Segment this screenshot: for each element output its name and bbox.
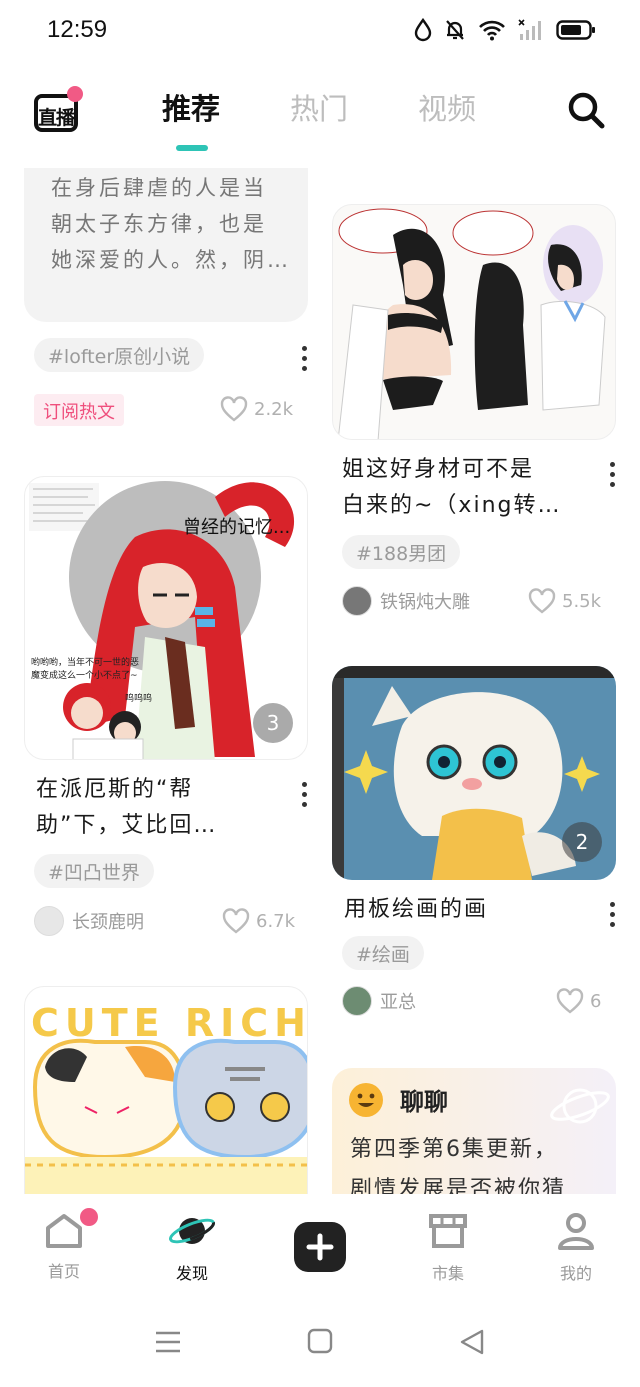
battery-icon [556,20,595,40]
planet-icon [550,1088,610,1124]
top-nav: 直播 推荐 热门 视频 [0,72,640,158]
comic-image[interactable]: 曾经的记忆... 哟哟哟，当年不可一世的恶魔变成这么一个小不点了~ 呜呜呜 3 [24,476,308,760]
like-count[interactable]: 6.7k [222,908,295,934]
store-icon [429,1214,467,1248]
status-bar: 12:59 [0,0,640,64]
home-square-icon[interactable] [307,1328,333,1354]
image-count-badge: 3 [253,703,293,743]
chat-line: 第四季第6集更新， [350,1137,558,1162]
wifi-icon [479,20,505,41]
mute-bell-icon [446,20,464,40]
like-count[interactable]: 2.2k [220,396,293,422]
author-name: 长颈鹿明 [72,912,144,933]
like-count[interactable]: 6 [556,988,601,1014]
post-title: 用板绘画的画 [344,892,488,928]
search-icon[interactable] [566,90,606,130]
chat-line: 剧情发展是否被你猜 [350,1177,567,1194]
heart-icon [556,988,584,1014]
tab-video[interactable]: 视频 [418,86,476,128]
live-label: 直播 [37,107,75,129]
comic-sound: 呜呜呜 [125,694,153,704]
excerpt-line: 她深爱的人。然，阴… [51,248,291,272]
planet-icon [169,1218,215,1244]
plus-icon [306,1233,334,1261]
chat-box: 聊聊 第四季第6集更新， 剧情发展是否被你猜 [332,1068,616,1194]
emoji-icon [349,1083,383,1117]
tab-recommend[interactable]: 推荐 [162,86,220,128]
title-line: 白来的~（xing转… [342,493,562,518]
comic-caption: 哟哟哟，当年不可一世的恶魔变成这么一个小不点了~ [31,658,140,681]
topic-tag[interactable]: #绘画 [342,936,424,970]
more-icon[interactable] [610,902,616,930]
author[interactable]: 亚总 [342,986,416,1016]
likes-text: 6.7k [256,910,296,932]
system-nav [0,1298,640,1387]
image-count-badge: 2 [562,822,602,862]
nav-profile[interactable]: 我的 [536,1212,616,1284]
tab-hot[interactable]: 热门 [290,86,348,128]
avatar [342,986,372,1016]
menu-icon[interactable] [154,1330,182,1354]
nav-home[interactable]: 首页 [24,1208,104,1282]
nav-market-label: 市集 [431,1264,464,1283]
live-button[interactable]: 直播 [30,86,83,136]
notification-dot [67,86,83,102]
more-icon[interactable] [610,462,616,490]
notification-dot [80,1208,98,1226]
artwork-image[interactable] [332,204,616,440]
back-icon[interactable] [458,1328,486,1356]
home-icon [46,1214,82,1248]
bottom-nav: 首页 发现 市集 我的 [0,1194,640,1298]
post-title: 在派厄斯的“帮 助”下，艾比回… [36,772,217,844]
topic-tag[interactable]: #188男团 [342,535,461,569]
feed: 在身后肆虐的人是当 朝太子东方律，也是 她深爱的人。然，阴… #lofter原创… [0,168,640,1194]
nav-home-label: 首页 [47,1262,80,1281]
topic-tag[interactable]: #凹凸世界 [34,854,154,888]
signal-icon [518,19,541,40]
excerpt-box: 在身后肆虐的人是当 朝太子东方律，也是 她深爱的人。然，阴… [24,168,308,322]
status-icons [414,18,596,42]
heart-icon [528,588,556,614]
chat-header: 聊聊 [400,1088,448,1116]
author[interactable]: 长颈鹿明 [34,906,144,936]
nav-discover[interactable]: 发现 [152,1212,232,1284]
title-line: 姐这好身材可不是 [342,457,535,482]
heart-icon [222,908,250,934]
excerpt-line: 朝太子东方律，也是 [51,212,267,236]
like-count[interactable]: 5.5k [528,588,601,614]
likes-text: 5.5k [562,590,602,612]
post-title: 姐这好身材可不是 白来的~（xing转… [342,452,561,524]
likes-text: 6 [590,990,602,1012]
speech-bubble: 曾经的记忆... [183,517,291,538]
heart-icon [220,396,248,422]
tab-underline [176,145,208,151]
author-name: 铁锅炖大雕 [380,592,470,613]
artwork-drawing [337,208,606,439]
drop-icon [414,18,432,42]
author-name: 亚总 [380,992,416,1013]
user-icon [558,1213,594,1250]
title-line: 助”下，艾比回… [36,813,218,838]
avatar [342,586,372,616]
likes-text: 2.2k [254,398,294,420]
avatar [34,906,64,936]
nav-profile-label: 我的 [559,1264,592,1283]
title-line: 在派厄斯的“帮 [36,777,194,802]
title-line: 用板绘画的画 [344,897,489,922]
excerpt-line: 在身后肆虐的人是当 [51,176,267,200]
painting-image[interactable]: 2 [332,666,616,880]
status-time: 12:59 [47,16,108,43]
cats-drawing [25,1038,307,1194]
more-icon[interactable] [302,782,308,810]
add-post-button[interactable] [294,1222,346,1272]
topic-tag[interactable]: #lofter原创小说 [34,338,205,372]
author[interactable]: 铁锅炖大雕 [342,586,470,616]
subscribe-badge: 订阅热文 [34,394,124,426]
more-icon[interactable] [302,346,308,374]
nav-market[interactable]: 市集 [408,1212,488,1284]
cats-image[interactable]: CUTE RICH [24,986,308,1194]
nav-discover-label: 发现 [175,1264,208,1283]
